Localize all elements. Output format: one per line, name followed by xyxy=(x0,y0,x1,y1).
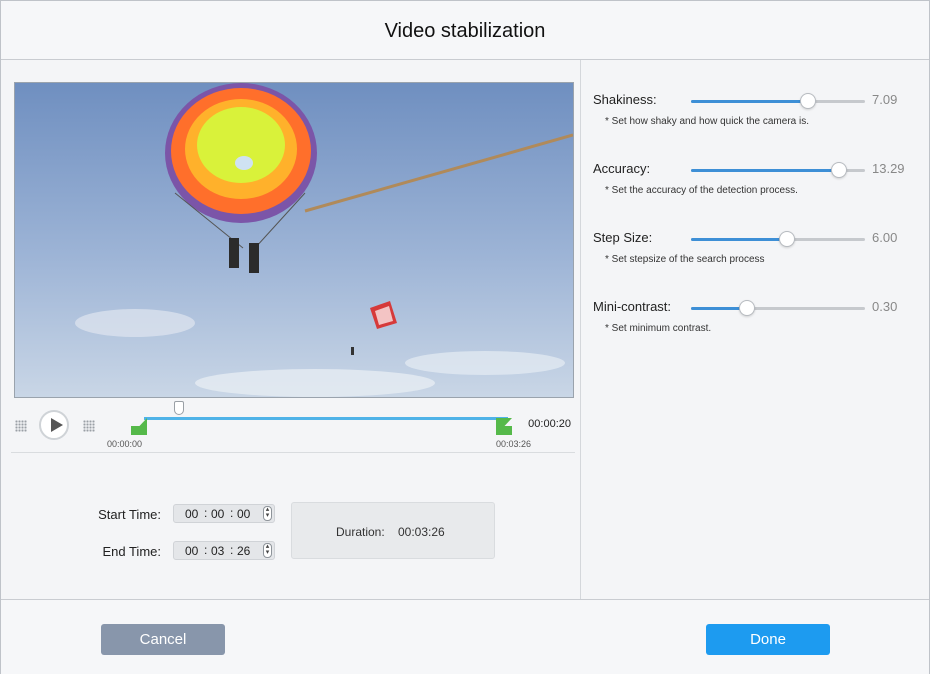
time-separator: : xyxy=(230,543,234,557)
timeline-end-label: 00:03:26 xyxy=(496,439,532,449)
dialog-title: Video stabilization xyxy=(384,20,546,42)
grip-right-icon xyxy=(83,420,95,432)
slider-knob[interactable] xyxy=(799,93,816,109)
duration-label: Duration: xyxy=(336,525,385,539)
param-name: Shakiness: xyxy=(593,92,657,107)
start-time-stepper[interactable]: ▴ ▾ xyxy=(263,506,272,521)
mini-contrast-slider[interactable] xyxy=(691,300,865,316)
video-frame-image xyxy=(15,83,573,397)
slider-knob[interactable] xyxy=(778,231,795,247)
shakiness-slider[interactable] xyxy=(691,93,865,109)
end-seconds[interactable]: 26 xyxy=(237,544,250,558)
timeline-start-label: 00:00:00 xyxy=(107,439,143,449)
param-value: 13.29 xyxy=(872,161,905,176)
cancel-button[interactable]: Cancel xyxy=(101,624,225,655)
end-time-field[interactable]: 00 : 03 : 26 ▴ ▾ xyxy=(173,541,275,560)
param-accuracy: Accuracy: 13.29 * Set the accuracy of th… xyxy=(581,161,929,221)
param-hint: * Set stepsize of the search process xyxy=(605,254,765,265)
start-seconds[interactable]: 00 xyxy=(237,507,250,521)
accuracy-slider[interactable] xyxy=(691,162,865,178)
time-separator: : xyxy=(204,543,208,557)
slider-knob[interactable] xyxy=(738,300,755,316)
timeline-track[interactable] xyxy=(144,417,508,420)
end-minutes[interactable]: 03 xyxy=(211,544,224,558)
duration-value: 00:03:26 xyxy=(398,525,445,539)
param-hint: * Set minimum contrast. xyxy=(605,323,712,334)
start-time-field[interactable]: 00 : 00 : 00 ▴ ▾ xyxy=(173,504,275,523)
step-size-slider[interactable] xyxy=(691,231,865,247)
param-mini-contrast: Mini-contrast: 0.30 * Set minimum contra… xyxy=(581,299,929,359)
param-hint: * Set how shaky and how quick the camera… xyxy=(605,116,809,127)
param-step-size: Step Size: 6.00 * Set stepsize of the se… xyxy=(581,230,929,290)
end-hours[interactable]: 00 xyxy=(185,544,198,558)
title-bar: Video stabilization xyxy=(1,1,929,60)
param-value: 0.30 xyxy=(872,299,898,314)
playhead[interactable] xyxy=(174,401,184,415)
end-time-stepper[interactable]: ▴ ▾ xyxy=(263,543,272,558)
timeline: 00:00:00 00:03:26 00:00:20 xyxy=(11,401,575,453)
parameters-pane: Shakiness: 7.09 * Set how shaky and how … xyxy=(581,60,929,599)
preview-pane: 00:00:00 00:03:26 00:00:20 Start Time: 0… xyxy=(1,60,581,599)
slider-knob[interactable] xyxy=(830,162,847,178)
end-time-label: End Time: xyxy=(102,544,161,559)
current-time: 00:00:20 xyxy=(528,418,571,430)
duration-box: Duration: 00:03:26 xyxy=(291,502,495,559)
start-hours[interactable]: 00 xyxy=(185,507,198,521)
slider-fill xyxy=(691,169,839,172)
slider-fill xyxy=(691,238,787,241)
param-value: 6.00 xyxy=(872,230,898,245)
play-button[interactable] xyxy=(39,410,69,440)
video-preview[interactable] xyxy=(14,82,574,398)
video-stabilization-dialog: Video stabilization 00:00:00 00:03:26 00… xyxy=(0,0,930,674)
dialog-footer: Cancel Done xyxy=(1,599,929,674)
time-separator: : xyxy=(230,506,234,520)
slider-fill xyxy=(691,100,808,103)
param-hint: * Set the accuracy of the detection proc… xyxy=(605,185,798,196)
param-value: 7.09 xyxy=(872,92,898,107)
grip-left-icon xyxy=(15,420,27,432)
param-shakiness: Shakiness: 7.09 * Set how shaky and how … xyxy=(581,92,929,152)
param-name: Mini-contrast: xyxy=(593,299,672,314)
play-icon xyxy=(51,418,63,432)
start-time-label: Start Time: xyxy=(98,507,161,522)
time-separator: : xyxy=(204,506,208,520)
trim-end-marker-base xyxy=(496,426,512,435)
param-name: Accuracy: xyxy=(593,161,651,176)
param-name: Step Size: xyxy=(593,230,653,245)
start-minutes[interactable]: 00 xyxy=(211,507,224,521)
done-button[interactable]: Done xyxy=(706,624,830,655)
trim-start-marker-base xyxy=(131,426,147,435)
